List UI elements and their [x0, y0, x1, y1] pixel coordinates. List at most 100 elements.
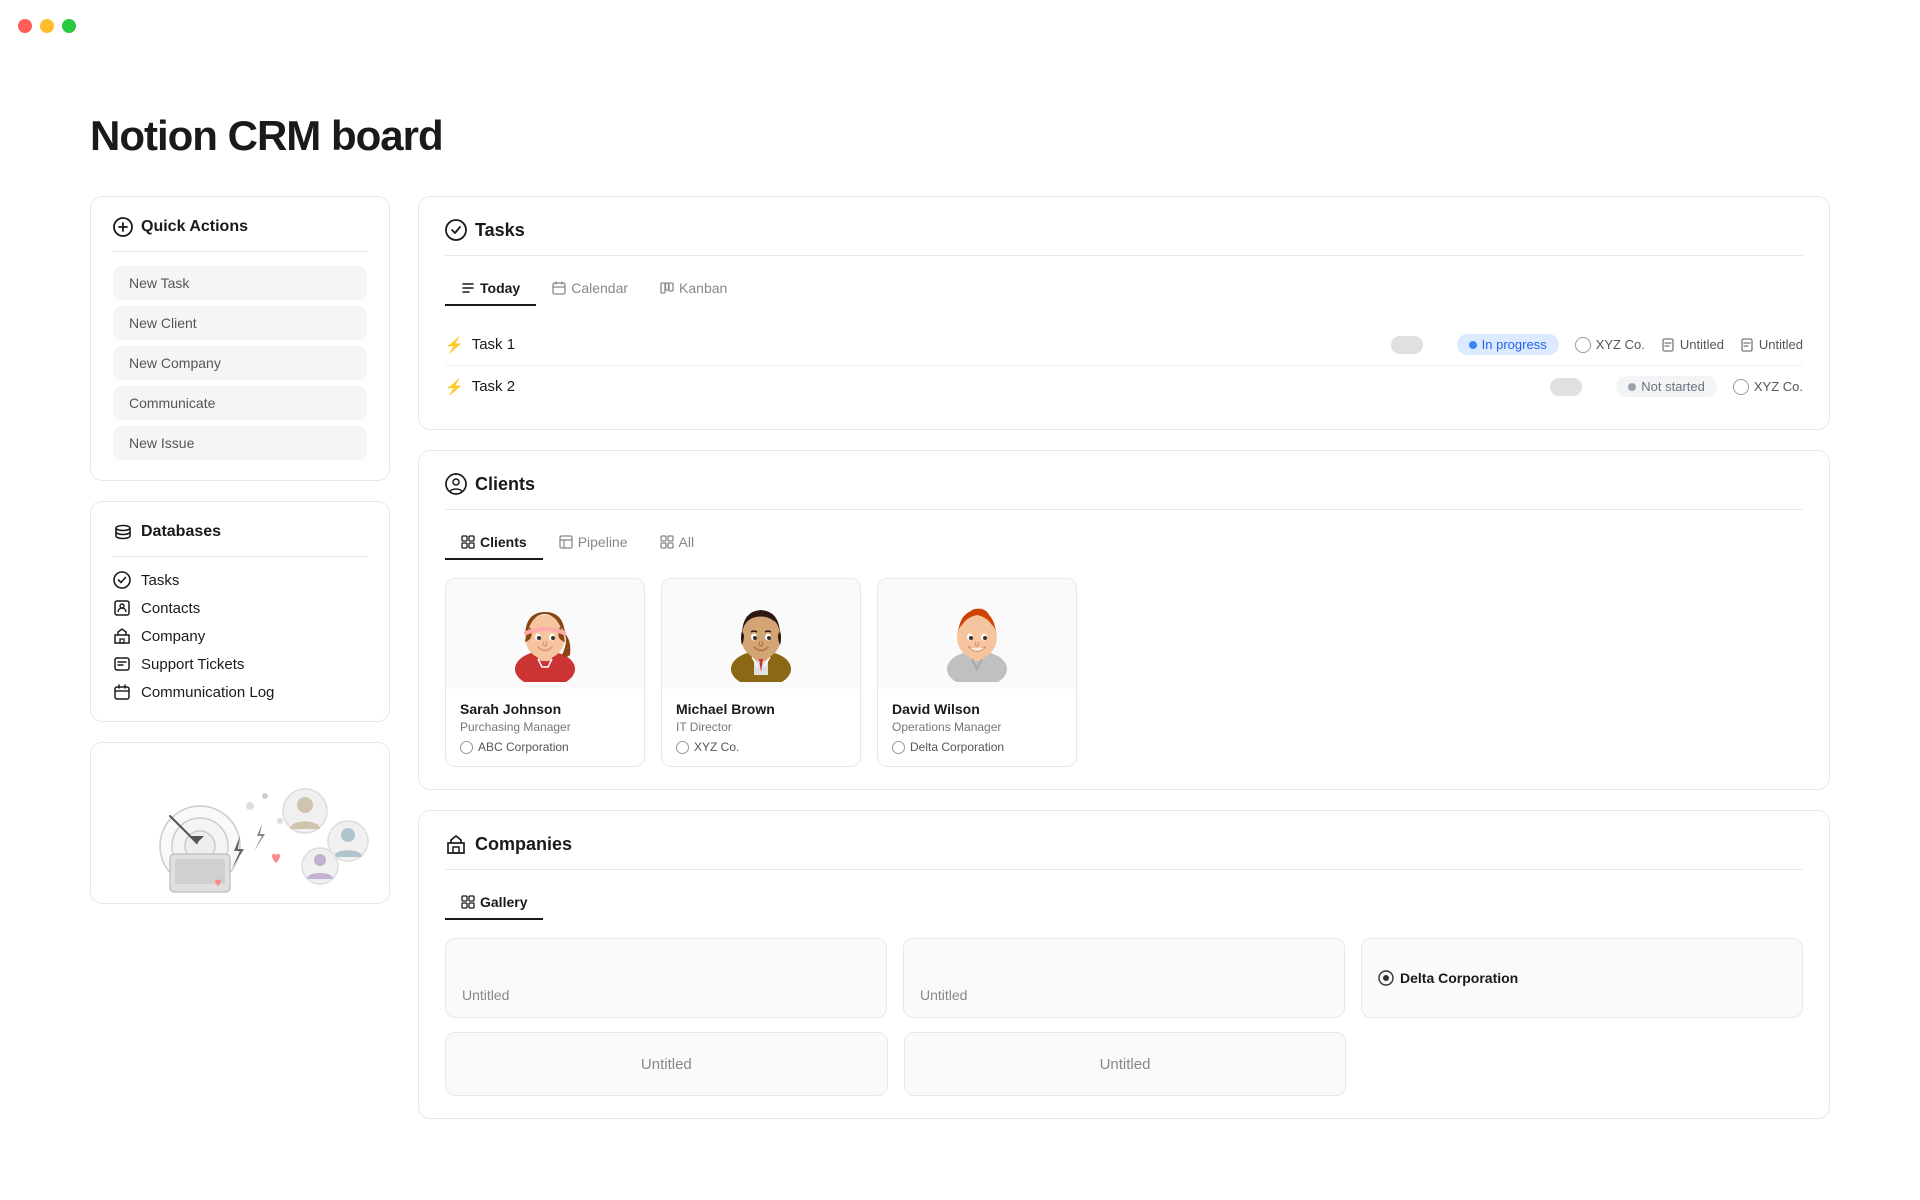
delta-company-icon: [1378, 970, 1394, 986]
tasks-list: ⚡ Task 1 In progress: [445, 324, 1803, 407]
companies-tabs: Gallery: [445, 886, 1803, 920]
tab-pipeline[interactable]: Pipeline: [543, 526, 644, 560]
task-1-meta: In progress XYZ Co.: [1457, 334, 1803, 355]
company-circle-icon: [1575, 337, 1591, 353]
doc-icon-1: [1661, 338, 1675, 352]
databases-card: Databases Tasks: [90, 501, 390, 722]
list-item[interactable]: Michael Brown IT Director XYZ Co.: [661, 578, 861, 767]
grid-icon: [461, 535, 475, 549]
gallery-grid-icon: [461, 895, 475, 909]
list-item[interactable]: Untitled: [445, 938, 887, 1018]
client-info-sarah: Sarah Johnson Purchasing Manager ABC Cor…: [446, 689, 644, 766]
status-dot: [1628, 383, 1636, 391]
clients-header: Clients: [445, 473, 1803, 510]
sidebar-item-company[interactable]: Company: [113, 627, 367, 645]
task-2-toggle[interactable]: [1550, 378, 1582, 396]
bolt-icon-2: ⚡: [445, 378, 464, 396]
task-1-doc1: Untitled: [1661, 337, 1724, 352]
list-item[interactable]: Delta Corporation: [1361, 938, 1803, 1018]
list-item[interactable]: Sarah Johnson Purchasing Manager ABC Cor…: [445, 578, 645, 767]
support-icon: [113, 655, 131, 673]
contacts-icon: [113, 599, 131, 617]
kanban-icon: [660, 281, 674, 295]
quick-actions-header: Quick Actions: [113, 217, 367, 252]
client-role: Purchasing Manager: [460, 720, 630, 734]
quick-actions-list: New Task New Client New Company Communic…: [113, 266, 367, 460]
table-row: ⚡ Task 2 Not started: [445, 366, 1803, 407]
status-dot: [1469, 341, 1477, 349]
tab-kanban[interactable]: Kanban: [644, 272, 743, 306]
page-title: Notion CRM board: [90, 112, 1830, 160]
client-company: ABC Corporation: [460, 740, 630, 754]
main-content: Tasks Today: [418, 196, 1830, 1119]
status-badge: Not started: [1616, 376, 1717, 397]
companies-bottom-cards: Untitled Untitled: [445, 1032, 1803, 1096]
client-name: Sarah Johnson: [460, 701, 630, 717]
sidebar: Quick Actions New Task New Client New Co…: [90, 196, 390, 904]
new-issue-button[interactable]: New Issue: [113, 426, 367, 460]
sidebar-item-contacts[interactable]: Contacts: [113, 599, 367, 617]
check-circle-icon: [113, 571, 131, 589]
database-icon: [113, 522, 133, 542]
companies-header: Companies: [445, 833, 1803, 870]
sidebar-illustration: [91, 743, 389, 903]
tab-clients[interactable]: Clients: [445, 526, 543, 560]
clients-section: Clients Clients: [418, 450, 1830, 790]
tasks-check-icon: [445, 219, 467, 241]
client-info-michael: Michael Brown IT Director XYZ Co.: [662, 689, 860, 766]
client-name: Michael Brown: [676, 701, 846, 717]
task-2-company: XYZ Co.: [1733, 379, 1803, 395]
illustration-card: [90, 742, 390, 904]
client-role: IT Director: [676, 720, 846, 734]
close-button[interactable]: [18, 19, 32, 33]
company-circle-icon-2: [1733, 379, 1749, 395]
maximize-button[interactable]: [62, 19, 76, 33]
companies-section: Companies Gallery: [418, 810, 1830, 1119]
minimize-button[interactable]: [40, 19, 54, 33]
client-avatar-sarah: [446, 579, 644, 689]
tasks-section: Tasks Today: [418, 196, 1830, 430]
plus-circle-icon: [113, 217, 133, 237]
companies-gallery: Untitled Untitled Delta Corporation: [445, 938, 1803, 1018]
company-icon: [113, 627, 131, 645]
sidebar-item-tasks[interactable]: Tasks: [113, 571, 367, 589]
tasks-header: Tasks: [445, 219, 1803, 256]
task-1-doc2: Untitled: [1740, 337, 1803, 352]
client-info-david: David Wilson Operations Manager Delta Co…: [878, 689, 1076, 766]
databases-list: Tasks Contacts: [113, 571, 367, 701]
new-company-button[interactable]: New Company: [113, 346, 367, 380]
titlebar: [0, 0, 1920, 52]
company-icon-sarah: [460, 741, 473, 754]
list-item[interactable]: Untitled: [904, 1032, 1347, 1096]
new-client-button[interactable]: New Client: [113, 306, 367, 340]
tasks-tabs: Today Calendar: [445, 272, 1803, 306]
task-2-name: ⚡ Task 2: [445, 378, 1550, 396]
list-item[interactable]: David Wilson Operations Manager Delta Co…: [877, 578, 1077, 767]
communicate-button[interactable]: Communicate: [113, 386, 367, 420]
tab-all[interactable]: All: [644, 526, 711, 560]
new-task-button[interactable]: New Task: [113, 266, 367, 300]
doc-icon-2: [1740, 338, 1754, 352]
table-row: ⚡ Task 1 In progress: [445, 324, 1803, 366]
client-company: Delta Corporation: [892, 740, 1062, 754]
tab-gallery[interactable]: Gallery: [445, 886, 543, 920]
calendar-tab-icon: [552, 281, 566, 295]
list-item[interactable]: Untitled: [903, 938, 1345, 1018]
bottom-card-empty: [1362, 1032, 1803, 1096]
clients-person-icon: [445, 473, 467, 495]
company-icon-david: [892, 741, 905, 754]
client-company: XYZ Co.: [676, 740, 846, 754]
list-item[interactable]: Untitled: [445, 1032, 888, 1096]
client-avatar-david: [878, 579, 1076, 689]
task-2-meta: Not started XYZ Co.: [1616, 376, 1803, 397]
client-name: David Wilson: [892, 701, 1062, 717]
clients-tabs: Clients Pipeline: [445, 526, 1803, 560]
tab-calendar[interactable]: Calendar: [536, 272, 644, 306]
task-1-toggle[interactable]: [1391, 336, 1423, 354]
tab-today[interactable]: Today: [445, 272, 536, 306]
quick-actions-card: Quick Actions New Task New Client New Co…: [90, 196, 390, 481]
bolt-icon-1: ⚡: [445, 336, 464, 354]
companies-building-icon: [445, 833, 467, 855]
sidebar-item-support[interactable]: Support Tickets: [113, 655, 367, 673]
sidebar-item-communication[interactable]: Communication Log: [113, 683, 367, 701]
